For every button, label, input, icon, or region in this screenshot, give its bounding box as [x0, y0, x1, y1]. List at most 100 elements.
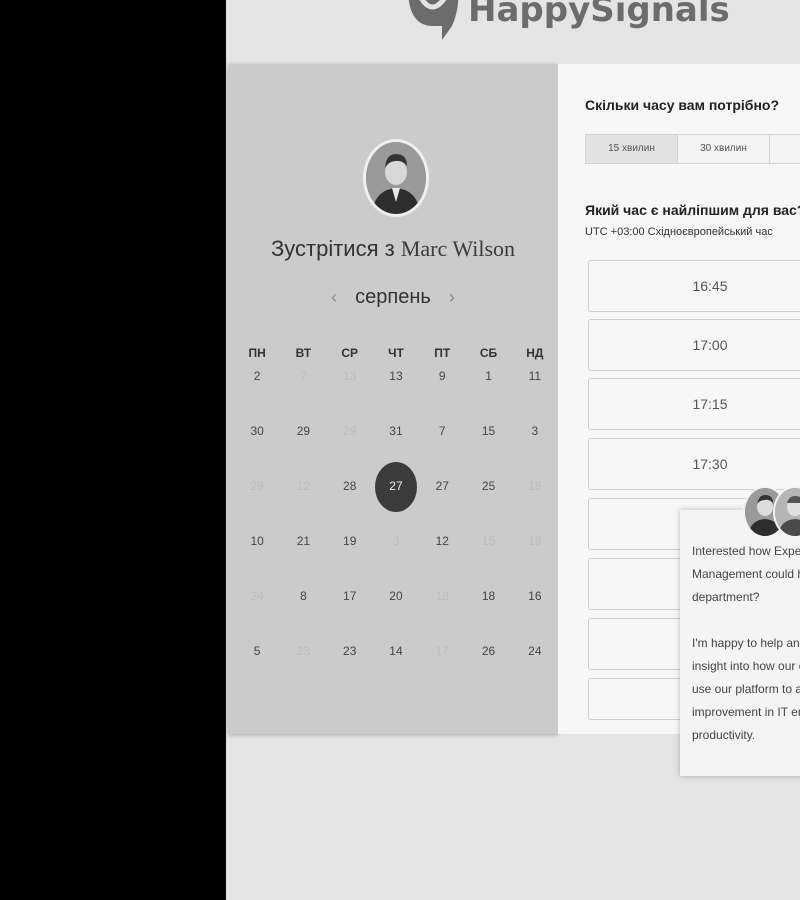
calendar-day-number: 3 [392, 534, 400, 548]
weekday-header: ПН ВТ СР ЧТ ПТ СБ НД [234, 346, 558, 360]
calendar-day-number: 18 [528, 479, 542, 493]
chat-line: insight into how our c [692, 659, 800, 673]
calendar-day[interactable]: 20 [373, 586, 419, 606]
chat-line: use our platform to a [692, 682, 800, 696]
calendar-day[interactable]: 28 [327, 476, 373, 496]
calendar-week-row: 5 23 23 14 17 26 24 [234, 641, 558, 661]
calendar-day-number: 29 [296, 424, 311, 438]
chat-agents[interactable] [743, 486, 800, 538]
calendar-day[interactable]: 11 [512, 366, 558, 386]
calendar-day[interactable]: 19 [327, 531, 373, 551]
calendar-day-number: 15 [481, 424, 496, 438]
calendar-day-number: 13 [343, 369, 357, 383]
calendar-day[interactable]: 26 [465, 641, 511, 661]
calendar-day: 24 [234, 586, 280, 606]
calendar-day: 19 [512, 531, 558, 551]
meeting-title: Зустрітися з Marc Wilson [228, 236, 558, 262]
duration-options: 15 хвилин 30 хвилин 1 [585, 134, 800, 164]
calendar-day-number: 20 [389, 589, 403, 603]
meeting-title-prefix: Зустрітися з [270, 236, 395, 261]
calendar-day[interactable]: 15 [465, 421, 511, 441]
calendar-day[interactable]: 9 [419, 366, 465, 386]
duration-option-15[interactable]: 15 хвилин [586, 135, 678, 163]
calendar-week-row: 30 29 29 31 7 15 3 [234, 421, 558, 441]
calendar-day-number: 16 [528, 589, 542, 603]
host-name: Marc Wilson [400, 236, 516, 261]
calendar-day[interactable]: 3 [512, 421, 558, 441]
calendar-day-number: 7 [300, 369, 307, 383]
happysignals-logo: HappySignals [402, 0, 730, 48]
calendar-day: 18 [512, 476, 558, 496]
weekday-label: НД [526, 346, 544, 360]
calendar-day[interactable]: 29 [280, 421, 326, 441]
calendar-day-number: 23 [296, 644, 311, 658]
calendar-day-number: 29 [250, 479, 264, 493]
chat-line: I'm happy to help and [692, 636, 800, 650]
calendar-day-number: 15 [481, 534, 496, 548]
time-slot[interactable]: 16:45 [588, 260, 800, 312]
next-month-button[interactable]: › [445, 287, 459, 308]
booking-page: HappySignals Зустрітися з Marc Wilson ‹ … [226, 0, 800, 900]
calendar-day: 13 [327, 366, 373, 386]
time-slot-label: 16:45 [692, 278, 728, 294]
calendar-day-selected[interactable]: 27 [373, 476, 419, 496]
time-slot-label: 17:00 [692, 337, 728, 353]
duration-option-60[interactable]: 1 [770, 135, 800, 163]
time-slot[interactable]: 17:15 [588, 378, 800, 430]
calendar-day-number: 19 [528, 534, 542, 548]
calendar-day[interactable]: 12 [419, 531, 465, 551]
time-slot[interactable]: 17:30 [588, 438, 800, 490]
calendar-day: 23 [280, 641, 326, 661]
chat-line [692, 609, 800, 632]
calendar-day[interactable]: 27 [419, 476, 465, 496]
calendar-day-number: 10 [250, 534, 264, 548]
calendar-day-number: 1 [485, 369, 492, 383]
calendar-day[interactable]: 14 [373, 641, 419, 661]
chat-line: Management could h [692, 567, 800, 581]
calendar-day-number: 23 [343, 644, 357, 658]
calendar-day[interactable]: 31 [373, 421, 419, 441]
time-slot[interactable]: 17:00 [588, 319, 800, 371]
chat-message: Interested how Expe Management could h d… [692, 540, 800, 747]
speech-bubble-logo-icon [408, 0, 459, 40]
calendar-day-number: 17 [343, 589, 357, 603]
calendar-day-number: 13 [389, 369, 403, 383]
weekday-label: ПТ [434, 346, 451, 360]
weekday-label: СБ [479, 346, 498, 360]
calendar-day[interactable]: 21 [280, 531, 326, 551]
calendar-day[interactable]: 8 [280, 586, 326, 606]
calendar-day-number: 12 [296, 479, 311, 493]
calendar-week-row: 10 21 19 3 12 15 19 [234, 531, 558, 551]
calendar-day[interactable]: 7 [419, 421, 465, 441]
weekday-label: СР [341, 346, 359, 360]
calendar-day-number: 27 [435, 479, 449, 493]
calendar-day[interactable]: 30 [234, 421, 280, 441]
chat-popup[interactable]: Interested how Expe Management could h d… [680, 510, 800, 776]
calendar-day-number: 18 [481, 589, 496, 603]
calendar-day[interactable]: 24 [512, 641, 558, 661]
calendar-day-number: 24 [250, 589, 264, 603]
calendar-day[interactable]: 13 [373, 366, 419, 386]
calendar-day-number: 12 [435, 534, 449, 548]
calendar-day-number: 14 [389, 644, 403, 658]
duration-option-30[interactable]: 30 хвилин [678, 135, 770, 163]
calendar-day[interactable]: 2 [234, 366, 280, 386]
calendar-day[interactable]: 10 [234, 531, 280, 551]
calendar-day-number: 18 [435, 589, 449, 603]
calendar-day-number: 5 [253, 644, 261, 658]
calendar-day[interactable]: 23 [327, 641, 373, 661]
calendar-day[interactable]: 25 [465, 476, 511, 496]
calendar-day-number: 29 [343, 424, 357, 438]
prev-month-button[interactable]: ‹ [327, 287, 341, 308]
calendar-day[interactable]: 16 [512, 586, 558, 606]
calendar-day[interactable]: 5 [234, 641, 280, 661]
weekday-label: ПН [248, 346, 266, 360]
timezone-label[interactable]: UTC +03:00 Східноєвропейський час [585, 226, 773, 238]
calendar-day-number: 27 [389, 479, 403, 493]
chat-line: improvement in IT en [692, 705, 800, 719]
calendar-day[interactable]: 17 [327, 586, 373, 606]
calendar-day-number: 9 [438, 369, 446, 383]
calendar-day[interactable]: 18 [465, 586, 511, 606]
calendar-day-number: 21 [296, 534, 311, 548]
calendar-day[interactable]: 1 [465, 366, 511, 386]
